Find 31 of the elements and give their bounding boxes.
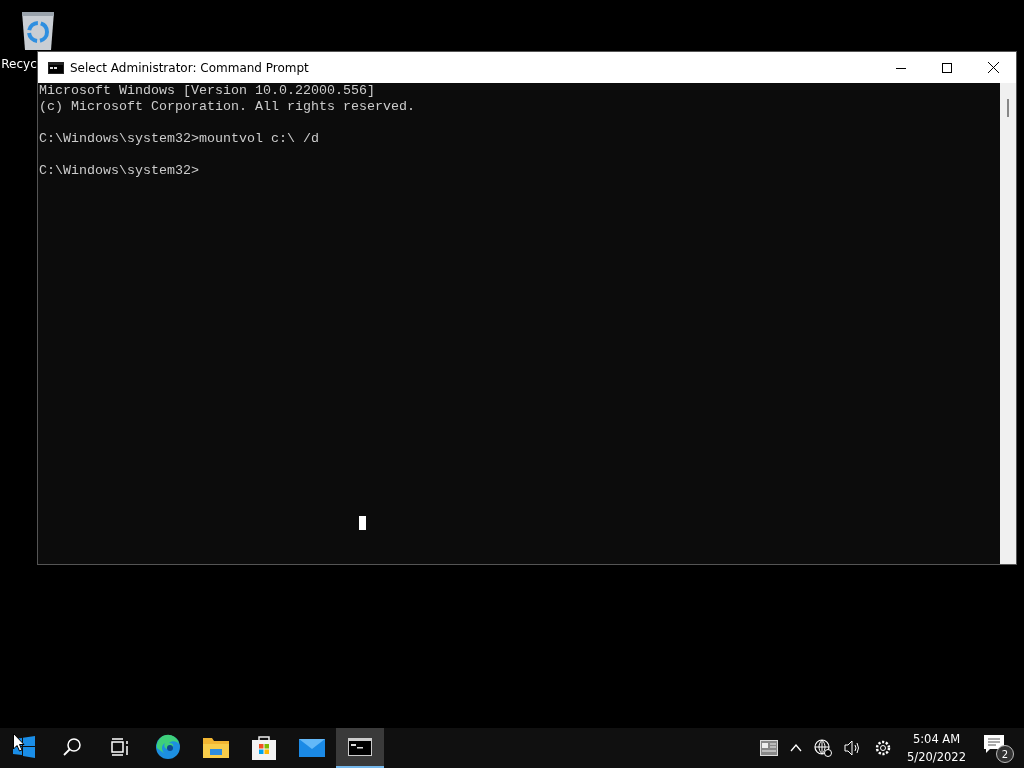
chevron-up-icon[interactable]	[790, 744, 803, 752]
clock-time: 5:04 AM	[912, 731, 961, 748]
globe-icon[interactable]	[814, 739, 833, 757]
console-output[interactable]: Microsoft Windows [Version 10.0.22000.556] (c) Microsoft Corporation. All rights reserved. C:\Windows\system32>mountvol c:\ /d C:\Windows\system32>	[38, 83, 1000, 564]
notification-icon[interactable]	[984, 735, 1004, 753]
maximize-icon	[942, 62, 952, 73]
text-cursor	[359, 516, 366, 530]
console-icon	[348, 738, 372, 756]
recycle-bin-icon[interactable]	[19, 10, 57, 52]
task-view-icon	[110, 737, 130, 757]
news-widget-icon[interactable]	[760, 740, 779, 756]
desktop-icon-label: Recyc	[1, 57, 37, 71]
window-title: Select Administrator: Command Prompt	[70, 60, 310, 75]
console-line: C:\Windows\system32>	[39, 163, 200, 179]
scrollbar-thumb[interactable]	[1007, 99, 1009, 117]
shopping-bag-icon	[252, 734, 276, 760]
search-icon	[62, 737, 82, 757]
settings-icon[interactable]	[874, 739, 893, 757]
folder-icon	[203, 736, 229, 758]
console-line: (c) Microsoft Corporation. All rights reserved.	[39, 99, 416, 115]
scrollbar[interactable]	[1000, 83, 1016, 564]
mouse-pointer-icon	[13, 733, 25, 752]
browser-icon	[155, 734, 181, 760]
notification-count: 2	[996, 745, 1014, 763]
console-line: Microsoft Windows [Version 10.0.22000.556]	[39, 83, 376, 99]
console-taskbar-button[interactable]	[336, 728, 384, 768]
console-line: C:\Windows\system32>mountvol c:\ /d	[39, 131, 320, 147]
clock-date: 5/20/2022	[907, 749, 966, 766]
envelope-icon	[299, 737, 325, 757]
console-icon	[48, 61, 64, 74]
close-icon	[987, 62, 999, 73]
